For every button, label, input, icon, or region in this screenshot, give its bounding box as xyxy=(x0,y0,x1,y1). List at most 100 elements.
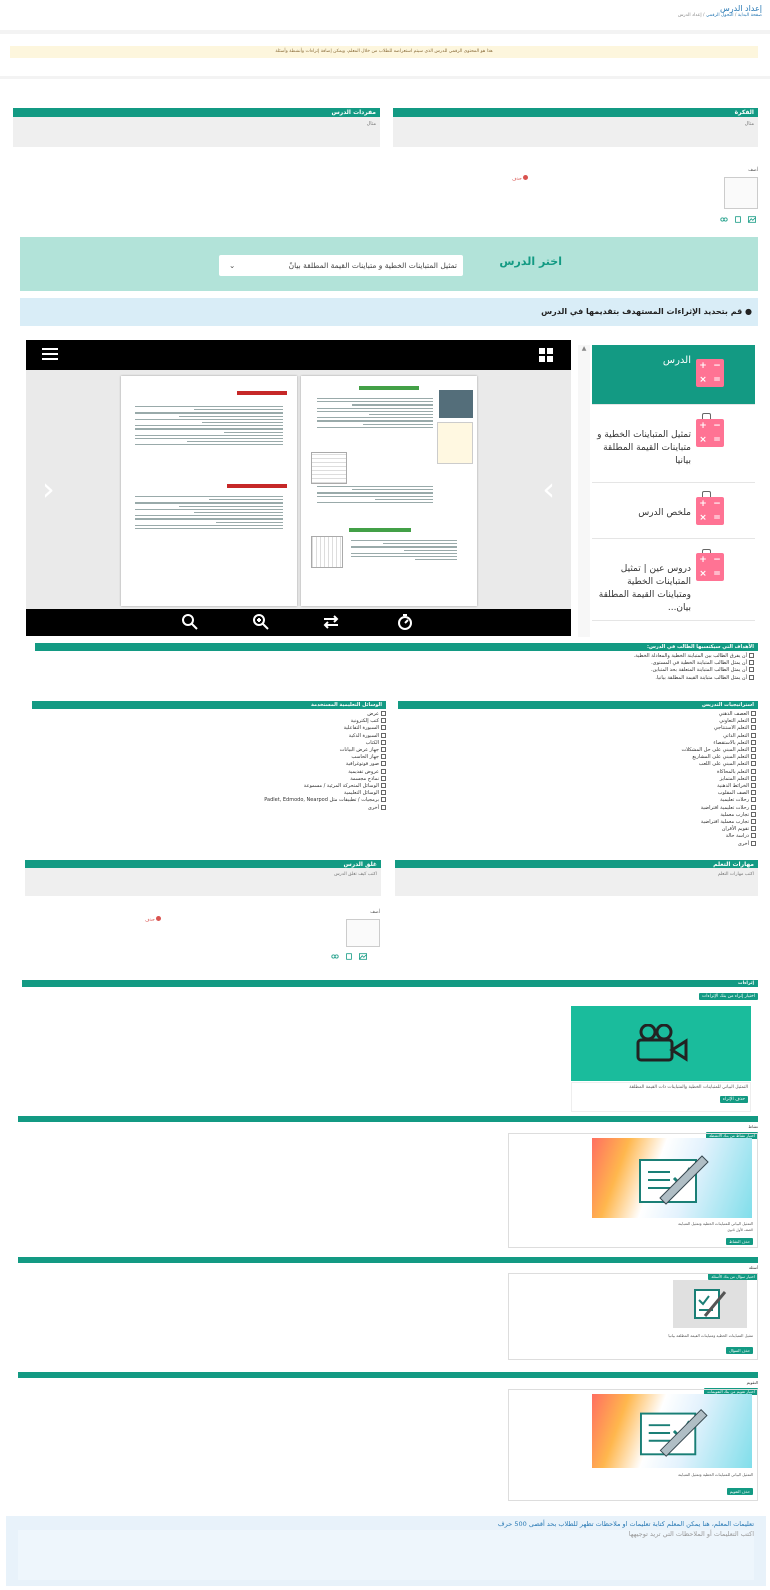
checkbox[interactable] xyxy=(381,797,386,803)
timer-icon[interactable] xyxy=(396,613,414,631)
image-icon[interactable] xyxy=(748,215,756,223)
tool-item[interactable]: صور فوتوغرافية xyxy=(32,761,386,768)
strategy-item[interactable]: التعلم الاستنتاجي xyxy=(398,725,756,732)
zoom-in-icon[interactable] xyxy=(252,613,270,631)
checkbox[interactable] xyxy=(751,833,756,839)
checkbox[interactable] xyxy=(381,768,386,774)
strategy-item[interactable]: التعلم بالمحاكاة xyxy=(398,768,756,776)
lesson-select-dropdown[interactable]: تمثيل المتباينات الخطية و متباينات القيم… xyxy=(219,255,463,276)
tool-item[interactable]: جهاز عرض البيانات xyxy=(32,747,386,754)
strategy-item[interactable]: التعلم المبني على حل المشكلات xyxy=(398,747,756,754)
menu-icon[interactable] xyxy=(42,348,58,360)
grid-icon[interactable] xyxy=(539,348,553,362)
strategy-item[interactable]: التعلم المبني على اللعب xyxy=(398,761,756,768)
strategy-item[interactable]: تجارب معملية افتراضية xyxy=(398,819,756,826)
checkbox[interactable] xyxy=(751,826,756,832)
checkbox[interactable] xyxy=(751,840,756,846)
checkbox[interactable] xyxy=(381,732,386,738)
breadcrumb-item[interactable]: صفحة البداية xyxy=(738,13,762,18)
tool-item[interactable]: كتب إلكترونية xyxy=(32,718,386,725)
file-icon[interactable] xyxy=(345,952,353,960)
checkbox[interactable] xyxy=(381,790,386,796)
activity-image[interactable] xyxy=(592,1138,752,1218)
breadcrumb-item[interactable]: التحول الرقمي xyxy=(706,13,734,18)
goal-item[interactable]: أن يمثل الطالب متباينة القيمة المطلقة بي… xyxy=(35,674,754,682)
checkbox[interactable] xyxy=(381,739,386,745)
checkbox[interactable] xyxy=(751,761,756,767)
checkbox[interactable] xyxy=(381,754,386,760)
strategy-item[interactable]: الخرائط الذهنية xyxy=(398,783,756,790)
tool-item[interactable]: عروض تقديمية xyxy=(32,768,386,776)
checkbox[interactable] xyxy=(751,804,756,810)
goal-item[interactable]: أن يفرق الطالب بين المتباينة الخطية والم… xyxy=(35,653,754,660)
tool-item[interactable]: جهاز الحاسب xyxy=(32,754,386,761)
checkbox[interactable] xyxy=(751,739,756,745)
strategy-item[interactable]: العصف الذهني xyxy=(398,711,756,718)
checkbox[interactable] xyxy=(751,811,756,817)
image-icon[interactable] xyxy=(359,952,368,960)
checkbox[interactable] xyxy=(751,725,756,731)
choose-enrichment-button[interactable]: اختيار إثراء من بنك الإثراءات xyxy=(698,993,758,1000)
assessment-image[interactable] xyxy=(592,1394,752,1468)
skills-input[interactable]: اكتب مهارات التعلم xyxy=(395,868,758,896)
checkbox[interactable] xyxy=(749,674,754,680)
sidebar-item-lesson[interactable]: + − × = الدرس xyxy=(592,345,755,405)
tool-item[interactable]: السبورة التفاعلية xyxy=(32,725,386,732)
checkbox[interactable] xyxy=(381,725,386,731)
checkbox[interactable] xyxy=(751,775,756,781)
tool-item[interactable]: أخرى xyxy=(32,804,386,812)
strategy-item[interactable]: تقويم الأقران xyxy=(398,826,756,833)
sidebar-item-summary[interactable]: + − × = ملخص الدرس xyxy=(592,483,755,539)
link-icon[interactable] xyxy=(719,216,728,223)
checkbox[interactable] xyxy=(749,667,754,673)
video-thumbnail[interactable] xyxy=(571,1006,751,1081)
strategy-item[interactable]: دراسة حالة xyxy=(398,833,756,840)
closing-input[interactable]: اكتب كيف تغلق الدرس xyxy=(25,868,381,896)
checkbox[interactable] xyxy=(751,754,756,760)
sidebar-scrollbar[interactable]: ▲ xyxy=(578,345,590,637)
attachment-delete[interactable]: حذف xyxy=(145,916,162,923)
checkbox[interactable] xyxy=(381,783,386,789)
checkbox[interactable] xyxy=(749,660,754,666)
strategy-item[interactable]: رحلات تعليمية افتراضية xyxy=(398,804,756,812)
checkbox[interactable] xyxy=(751,711,756,716)
strategy-item[interactable]: التعلم بالاستقصاء xyxy=(398,739,756,747)
checkbox[interactable] xyxy=(751,747,756,753)
search-icon[interactable] xyxy=(181,613,199,631)
tool-item[interactable]: الكتاب xyxy=(32,739,386,747)
checkbox[interactable] xyxy=(751,797,756,803)
tool-item[interactable]: نماذج مجسمة xyxy=(32,775,386,783)
next-page-arrow-icon[interactable]: › xyxy=(542,470,555,508)
strategy-item[interactable]: التعلم المتمايز xyxy=(398,775,756,783)
checkbox[interactable] xyxy=(751,768,756,774)
goal-item[interactable]: أن يمثل الطالب المتباينة المتعلقة بحد ال… xyxy=(35,667,754,674)
scroll-up-icon[interactable]: ▲ xyxy=(578,345,590,352)
goal-item[interactable]: أن يمثل الطالب المتباينة الخطية في المست… xyxy=(35,660,754,667)
tool-item[interactable]: السبورة الذكية xyxy=(32,732,386,740)
remove-question-button[interactable]: حذف السؤال xyxy=(726,1347,753,1354)
checkbox[interactable] xyxy=(751,783,756,789)
strategy-item[interactable]: التعلم المبني على المشاريع xyxy=(398,754,756,761)
checkbox[interactable] xyxy=(751,718,756,724)
teacher-notes-textarea[interactable]: اكتب التعليمات أو الملاحظات التي تريد تو… xyxy=(18,1530,754,1580)
strategy-item[interactable]: الصف المقلوب xyxy=(398,790,756,797)
remove-assessment-button[interactable]: حذف التقويم xyxy=(726,1488,753,1495)
idea-input[interactable]: مثال xyxy=(393,117,758,147)
strategy-item[interactable]: أخرى xyxy=(398,840,756,848)
attachment-thumbnail[interactable] xyxy=(346,919,380,947)
checkbox[interactable] xyxy=(381,761,386,767)
checkbox[interactable] xyxy=(749,653,754,658)
checkbox[interactable] xyxy=(381,718,386,724)
strategy-item[interactable]: التعلم التعاوني xyxy=(398,718,756,725)
remove-activity-button[interactable]: حذف النشاط xyxy=(726,1238,753,1245)
strategy-item[interactable]: رحلات تعليمية xyxy=(398,797,756,804)
checkbox[interactable] xyxy=(381,804,386,810)
checkbox[interactable] xyxy=(751,790,756,796)
checkbox[interactable] xyxy=(751,819,756,825)
checkbox[interactable] xyxy=(381,775,386,781)
attachment-thumbnail[interactable] xyxy=(724,177,758,209)
sidebar-item-graphing[interactable]: + − × = تمثيل المتباينات الخطية و متباينات … xyxy=(592,405,755,483)
tool-item[interactable]: برمجيات / تطبيقات مثل Padlet, Edmodo, Ne… xyxy=(32,797,386,804)
checkbox[interactable] xyxy=(751,732,756,738)
sidebar-item-ein[interactable]: + − × = دروس عين | تمثيل المتباينات الخطية … xyxy=(592,539,755,621)
